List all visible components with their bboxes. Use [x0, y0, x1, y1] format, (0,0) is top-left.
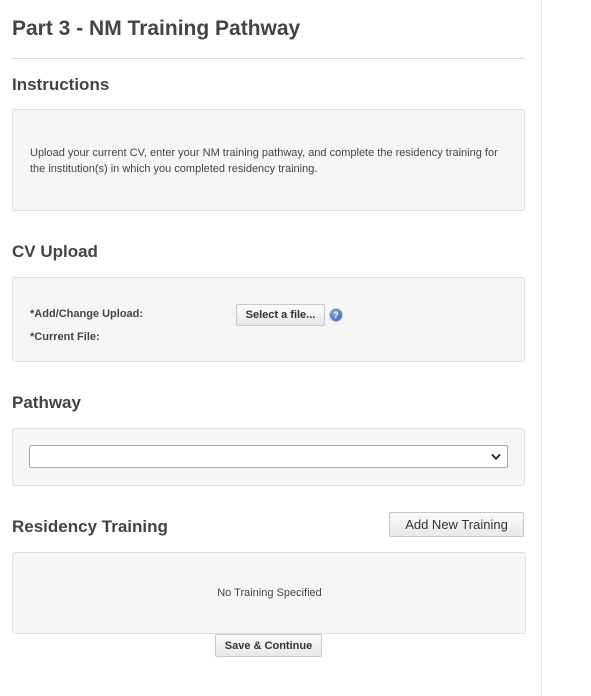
page: Part 3 - NM Training Pathway Instruction… [0, 0, 591, 696]
no-training-message: No Training Specified [217, 587, 322, 599]
residency-training-heading: Residency Training [12, 517, 168, 536]
residency-training-panel: No Training Specified [12, 552, 526, 634]
pathway-select[interactable] [29, 445, 508, 468]
cv-upload-heading: CV Upload [12, 242, 98, 261]
right-sidebar-divider [541, 0, 591, 696]
instructions-text: Upload your current CV, enter your NM tr… [30, 147, 498, 175]
add-change-upload-label: *Add/Change Upload: [30, 308, 144, 320]
add-new-training-button[interactable]: Add New Training [389, 512, 524, 537]
title-divider [12, 58, 525, 59]
chevron-down-icon [491, 454, 501, 460]
current-file-label: *Current File: [30, 331, 100, 343]
help-icon[interactable]: ? [329, 308, 343, 322]
instructions-panel: Upload your current CV, enter your NM tr… [12, 109, 525, 211]
instructions-heading: Instructions [12, 75, 110, 94]
pathway-panel [12, 428, 525, 486]
select-file-button[interactable]: Select a file... [236, 304, 325, 326]
pathway-heading: Pathway [12, 393, 81, 412]
save-continue-button[interactable]: Save & Continue [215, 634, 322, 657]
cv-upload-panel: *Add/Change Upload: Select a file... ? *… [12, 277, 525, 362]
page-title: Part 3 - NM Training Pathway [12, 17, 301, 40]
